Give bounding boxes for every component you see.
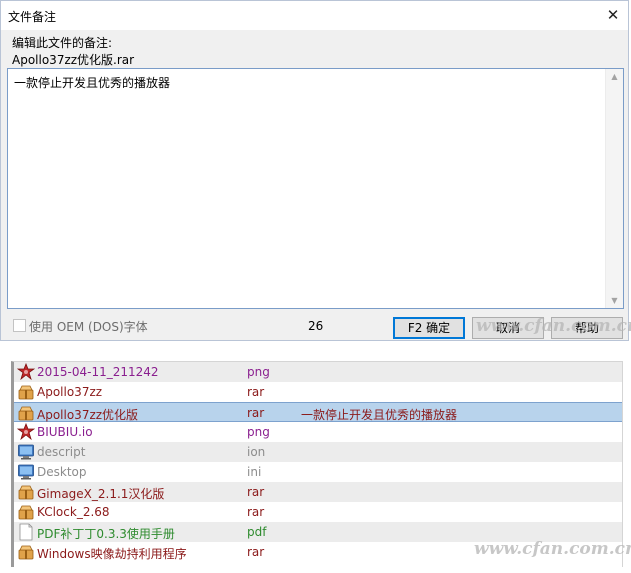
file-list: 2015-04-11_211242 png Apollo37zz rar Apollo3… <box>11 361 623 567</box>
watermark-top: www.cfan.com.cn <box>476 316 631 336</box>
oem-font-checkbox[interactable] <box>13 319 26 332</box>
file-name[interactable]: BIUBIU.io <box>37 425 93 439</box>
file-name[interactable]: Windows映像劫持利用程序 <box>37 545 187 562</box>
file-row[interactable]: Desktop ini <box>14 462 622 482</box>
file-row[interactable]: KClock_2.68 rar <box>14 502 622 522</box>
file-extension: png <box>247 425 270 439</box>
file-extension: rar <box>247 505 265 519</box>
title-bar: 文件备注 ✕ <box>1 1 628 30</box>
scroll-down-icon[interactable]: ▼ <box>606 293 623 308</box>
file-extension: rar <box>247 385 265 399</box>
file-extension: png <box>247 365 270 379</box>
archive-icon <box>17 383 35 401</box>
file-row[interactable]: Apollo37zz rar <box>14 382 622 402</box>
filename-label: Apollo37zz优化版.rar <box>12 53 135 67</box>
file-row[interactable]: Apollo37zz优化版 rar 一款停止开发且优秀的播放器 <box>14 402 622 422</box>
archive-icon <box>17 543 35 561</box>
edit-prompt-label: 编辑此文件的备注: <box>12 36 113 50</box>
ok-button[interactable]: F2 确定 <box>393 317 465 339</box>
system-file-icon <box>17 443 35 461</box>
file-name[interactable]: GimageX_2.1.1汉化版 <box>37 485 164 502</box>
file-extension: rar <box>247 485 265 499</box>
file-name[interactable]: Apollo37zz <box>37 385 102 399</box>
file-name[interactable]: descript <box>37 445 85 459</box>
file-extension: ini <box>247 465 262 479</box>
archive-icon <box>17 483 35 501</box>
watermark-bottom: www.cfan.com.cn <box>474 539 631 559</box>
file-row[interactable]: 2015-04-11_211242 png <box>14 362 622 382</box>
file-row[interactable]: GimageX_2.1.1汉化版 rar <box>14 482 622 502</box>
image-file-icon <box>16 422 36 441</box>
note-textarea[interactable]: 一款停止开发且优秀的播放器 ▲ ▼ <box>7 68 624 309</box>
vertical-scrollbar[interactable]: ▲ ▼ <box>605 69 623 308</box>
file-extension: ion <box>247 445 266 459</box>
archive-icon <box>17 503 35 521</box>
char-count: 26 <box>308 319 324 333</box>
file-note: 一款停止开发且优秀的播放器 <box>301 408 458 422</box>
file-row[interactable]: descript ion <box>14 442 622 462</box>
file-extension: rar <box>247 406 265 420</box>
file-name[interactable]: Apollo37zz优化版 <box>37 406 138 423</box>
file-name[interactable]: PDF补丁丁0.3.3使用手册 <box>37 525 175 542</box>
file-name[interactable]: KClock_2.68 <box>37 505 110 519</box>
file-extension: pdf <box>247 525 267 539</box>
system-file-icon <box>17 463 35 481</box>
close-icon[interactable]: ✕ <box>598 1 628 30</box>
file-note-dialog: 文件备注 ✕ 编辑此文件的备注: Apollo37zz优化版.rar 一款停止开… <box>0 0 629 341</box>
archive-icon <box>17 404 35 422</box>
dialog-title: 文件备注 <box>8 10 57 24</box>
file-name[interactable]: 2015-04-11_211242 <box>37 365 159 379</box>
file-name[interactable]: Desktop <box>37 465 87 479</box>
image-file-icon <box>16 362 36 381</box>
file-row[interactable]: BIUBIU.io png <box>14 422 622 442</box>
document-icon <box>17 523 35 541</box>
oem-font-label: 使用 OEM (DOS)字体 <box>29 320 148 334</box>
file-extension: rar <box>247 545 265 559</box>
scroll-up-icon[interactable]: ▲ <box>606 69 623 84</box>
note-text[interactable]: 一款停止开发且优秀的播放器 <box>14 74 170 91</box>
